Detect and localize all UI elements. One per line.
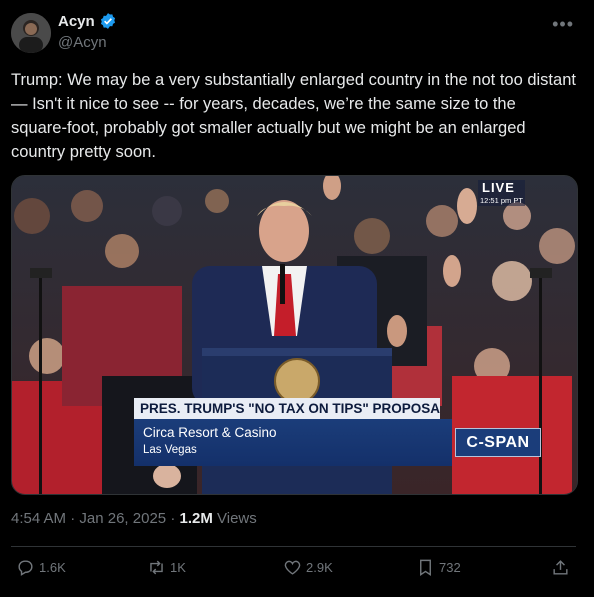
tweet-video[interactable]: LIVE 12:51 pm PT PRES. TRUMP'S "NO TAX O… <box>11 175 578 495</box>
chyron-title: PRES. TRUMP'S "NO TAX ON TIPS" PROPOSAL <box>134 398 440 419</box>
chyron-city: Las Vegas <box>143 444 197 456</box>
chyron-location: Circa Resort & Casino Las Vegas <box>134 419 452 466</box>
network-logo: C-SPAN <box>455 428 541 457</box>
bookmark-count: 732 <box>439 560 461 575</box>
repost-count: 1K <box>170 560 186 575</box>
divider <box>11 546 576 547</box>
more-icon[interactable]: ••• <box>552 14 574 35</box>
tweet-date[interactable]: Jan 26, 2025 <box>79 510 166 527</box>
share-button[interactable] <box>551 558 570 577</box>
live-indicator: LIVE 12:51 pm PT <box>478 180 525 206</box>
reply-icon <box>18 560 33 576</box>
share-icon <box>553 560 568 575</box>
author-handle[interactable]: @Acyn <box>58 34 107 51</box>
author-name-row: Acyn <box>58 12 117 30</box>
meta-separator: · <box>70 510 80 527</box>
reply-button[interactable]: 1.6K <box>16 558 66 577</box>
repost-icon <box>150 560 163 575</box>
tweet-text: Trump: We may be a very substantially en… <box>11 71 576 161</box>
bookmark-icon <box>420 559 431 576</box>
verified-badge-icon <box>100 13 115 29</box>
views-label: Views <box>217 510 257 527</box>
bookmark-button[interactable]: 732 <box>416 558 461 577</box>
like-button[interactable]: 2.9K <box>283 558 333 577</box>
author-display-name[interactable]: Acyn <box>58 13 95 30</box>
live-time: 12:51 pm PT <box>480 196 523 205</box>
like-icon <box>284 560 301 575</box>
reply-count: 1.6K <box>39 560 66 575</box>
live-label: LIVE <box>482 180 515 195</box>
repost-button[interactable]: 1K <box>147 558 186 577</box>
action-bar: 1.6K 1K 2.9K 732 <box>0 558 594 584</box>
tweet-meta: 4:54 AM · Jan 26, 2025 · 1.2M Views <box>11 510 257 527</box>
views-count: 1.2M <box>179 510 213 527</box>
tweet: Acyn @Acyn ••• Trump: We may be a very s… <box>0 0 594 597</box>
tweet-time[interactable]: 4:54 AM <box>11 510 66 527</box>
like-count: 2.9K <box>306 560 333 575</box>
chyron-venue: Circa Resort & Casino <box>143 425 277 440</box>
avatar[interactable] <box>11 13 51 53</box>
